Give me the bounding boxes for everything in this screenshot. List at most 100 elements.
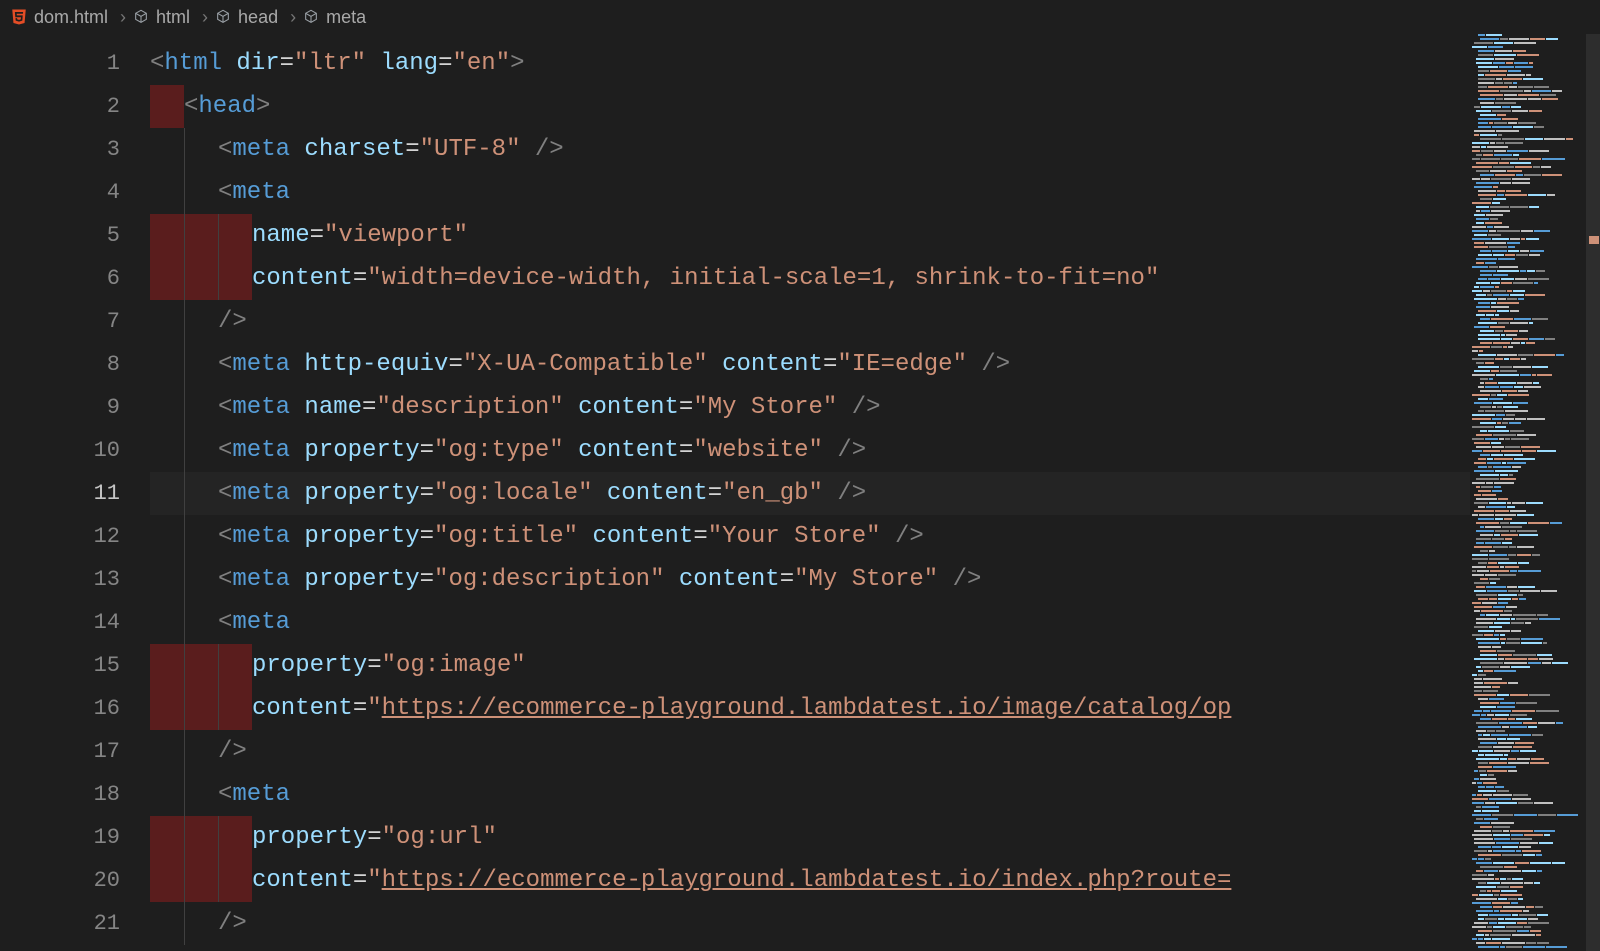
code-token-txt bbox=[837, 394, 851, 421]
code-line[interactable]: <meta bbox=[150, 773, 1470, 816]
code-token-str: "en" bbox=[452, 50, 510, 77]
code-token-attr: content bbox=[252, 867, 353, 894]
code-token-attr: http-equiv bbox=[304, 351, 448, 378]
line-number: 21 bbox=[0, 902, 150, 945]
code-token-attr: content bbox=[679, 566, 780, 593]
code-token-pun: < bbox=[218, 351, 232, 378]
breadcrumb-item-label: html bbox=[156, 7, 190, 28]
code-token-pun: < bbox=[218, 781, 232, 808]
code-token-attr: content bbox=[578, 394, 679, 421]
code-line[interactable]: <meta bbox=[150, 601, 1470, 644]
minimap[interactable] bbox=[1470, 34, 1600, 951]
line-number: 6 bbox=[0, 257, 150, 300]
code-line[interactable]: <meta bbox=[150, 171, 1470, 214]
code-line[interactable]: <meta property="og:locale" content="en_g… bbox=[150, 472, 1470, 515]
line-number: 19 bbox=[0, 816, 150, 859]
code-token-tag: meta bbox=[232, 609, 290, 636]
cube-icon bbox=[132, 8, 150, 26]
code-token-attr: property bbox=[304, 523, 419, 550]
code-line[interactable]: name="viewport" bbox=[150, 214, 1470, 257]
breadcrumb-item-html[interactable]: html bbox=[132, 7, 190, 28]
code-token-pun: /> bbox=[218, 308, 247, 335]
code-token-txt bbox=[823, 437, 837, 464]
code-token-url: https://ecommerce-playground.lambdatest.… bbox=[382, 867, 1232, 894]
breadcrumb-separator-icon: › bbox=[120, 7, 126, 28]
html5-icon bbox=[10, 8, 28, 26]
code-token-attr: content bbox=[252, 695, 353, 722]
code-line[interactable]: content="https://ecommerce-playground.la… bbox=[150, 687, 1470, 730]
code-token-eq: = bbox=[367, 824, 381, 851]
line-number: 9 bbox=[0, 386, 150, 429]
code-token-eq: = bbox=[679, 437, 693, 464]
code-token-eq: = bbox=[679, 394, 693, 421]
code-token-pun: < bbox=[218, 523, 232, 550]
code-token-eq: = bbox=[353, 265, 367, 292]
code-token-pun: < bbox=[218, 136, 232, 163]
cube-icon bbox=[214, 8, 232, 26]
code-token-txt bbox=[578, 523, 592, 550]
code-line[interactable]: <meta http-equiv="X-UA-Compatible" conte… bbox=[150, 343, 1470, 386]
code-token-txt bbox=[664, 566, 678, 593]
breadcrumb[interactable]: dom.html › html › head › meta bbox=[0, 0, 1600, 34]
code-line[interactable]: /> bbox=[150, 902, 1470, 945]
code-token-txt bbox=[881, 523, 895, 550]
code-line[interactable]: <head> bbox=[150, 85, 1470, 128]
code-token-tag: meta bbox=[232, 781, 290, 808]
code-token-pun: < bbox=[218, 566, 232, 593]
code-token-txt bbox=[564, 437, 578, 464]
code-line[interactable]: <meta property="og:description" content=… bbox=[150, 558, 1470, 601]
code-line[interactable]: content="width=device-width, initial-sca… bbox=[150, 257, 1470, 300]
code-token-str: "width=device-width, initial-scale=1, sh… bbox=[367, 265, 1159, 292]
code-token-attr: property bbox=[304, 566, 419, 593]
line-number: 16 bbox=[0, 687, 150, 730]
code-line[interactable]: /> bbox=[150, 300, 1470, 343]
code-line[interactable]: <meta property="og:title" content="Your … bbox=[150, 515, 1470, 558]
code-token-attr: content bbox=[607, 480, 708, 507]
code-line[interactable]: /> bbox=[150, 730, 1470, 773]
cube-icon bbox=[302, 8, 320, 26]
code-token-str: "description" bbox=[376, 394, 563, 421]
code-token-pun: /> bbox=[895, 523, 924, 550]
code-token-pun: /> bbox=[837, 437, 866, 464]
code-token-eq: = bbox=[353, 867, 367, 894]
breadcrumb-file[interactable]: dom.html bbox=[10, 7, 108, 28]
line-number: 18 bbox=[0, 773, 150, 816]
code-line[interactable]: <meta name="description" content="My Sto… bbox=[150, 386, 1470, 429]
code-line[interactable]: <meta charset="UTF-8" /> bbox=[150, 128, 1470, 171]
code-token-eq: = bbox=[280, 50, 294, 77]
code-token-attr: lang bbox=[380, 50, 438, 77]
code-line[interactable]: <meta property="og:type" content="websit… bbox=[150, 429, 1470, 472]
code-token-pun: > bbox=[256, 93, 270, 120]
line-number: 1 bbox=[0, 42, 150, 85]
code-token-pun: < bbox=[184, 93, 198, 120]
code-token-attr: name bbox=[304, 394, 362, 421]
code-token-str: "IE=edge" bbox=[837, 351, 967, 378]
code-token-attr: property bbox=[304, 480, 419, 507]
breadcrumb-item-meta[interactable]: meta bbox=[302, 7, 366, 28]
code-token-attr: content bbox=[592, 523, 693, 550]
breadcrumb-file-label: dom.html bbox=[34, 7, 108, 28]
code-token-str: "X-UA-Compatible" bbox=[463, 351, 708, 378]
code-line[interactable]: <html dir="ltr" lang="en"> bbox=[150, 42, 1470, 85]
code-editor[interactable]: <html dir="ltr" lang="en"><head><meta ch… bbox=[150, 34, 1470, 951]
minimap-scrollbar[interactable] bbox=[1586, 34, 1600, 951]
code-line[interactable]: property="og:url" bbox=[150, 816, 1470, 859]
line-number-gutter[interactable]: 123456789101112131415161718192021 bbox=[0, 34, 150, 951]
line-number: 17 bbox=[0, 730, 150, 773]
code-token-attr: content bbox=[578, 437, 679, 464]
code-token-attr: property bbox=[304, 437, 419, 464]
code-token-eq: = bbox=[420, 523, 434, 550]
line-number: 8 bbox=[0, 343, 150, 386]
code-token-pun: < bbox=[150, 50, 164, 77]
code-line[interactable]: property="og:image" bbox=[150, 644, 1470, 687]
code-token-eq: = bbox=[310, 222, 324, 249]
code-token-eq: = bbox=[780, 566, 794, 593]
code-token-txt bbox=[564, 394, 578, 421]
line-number: 13 bbox=[0, 558, 150, 601]
breadcrumb-item-head[interactable]: head bbox=[214, 7, 278, 28]
code-token-str: "Your Store" bbox=[708, 523, 881, 550]
code-token-eq: = bbox=[708, 480, 722, 507]
code-token-str: "viewport" bbox=[324, 222, 468, 249]
code-token-txt bbox=[222, 50, 236, 77]
code-line[interactable]: content="https://ecommerce-playground.la… bbox=[150, 859, 1470, 902]
